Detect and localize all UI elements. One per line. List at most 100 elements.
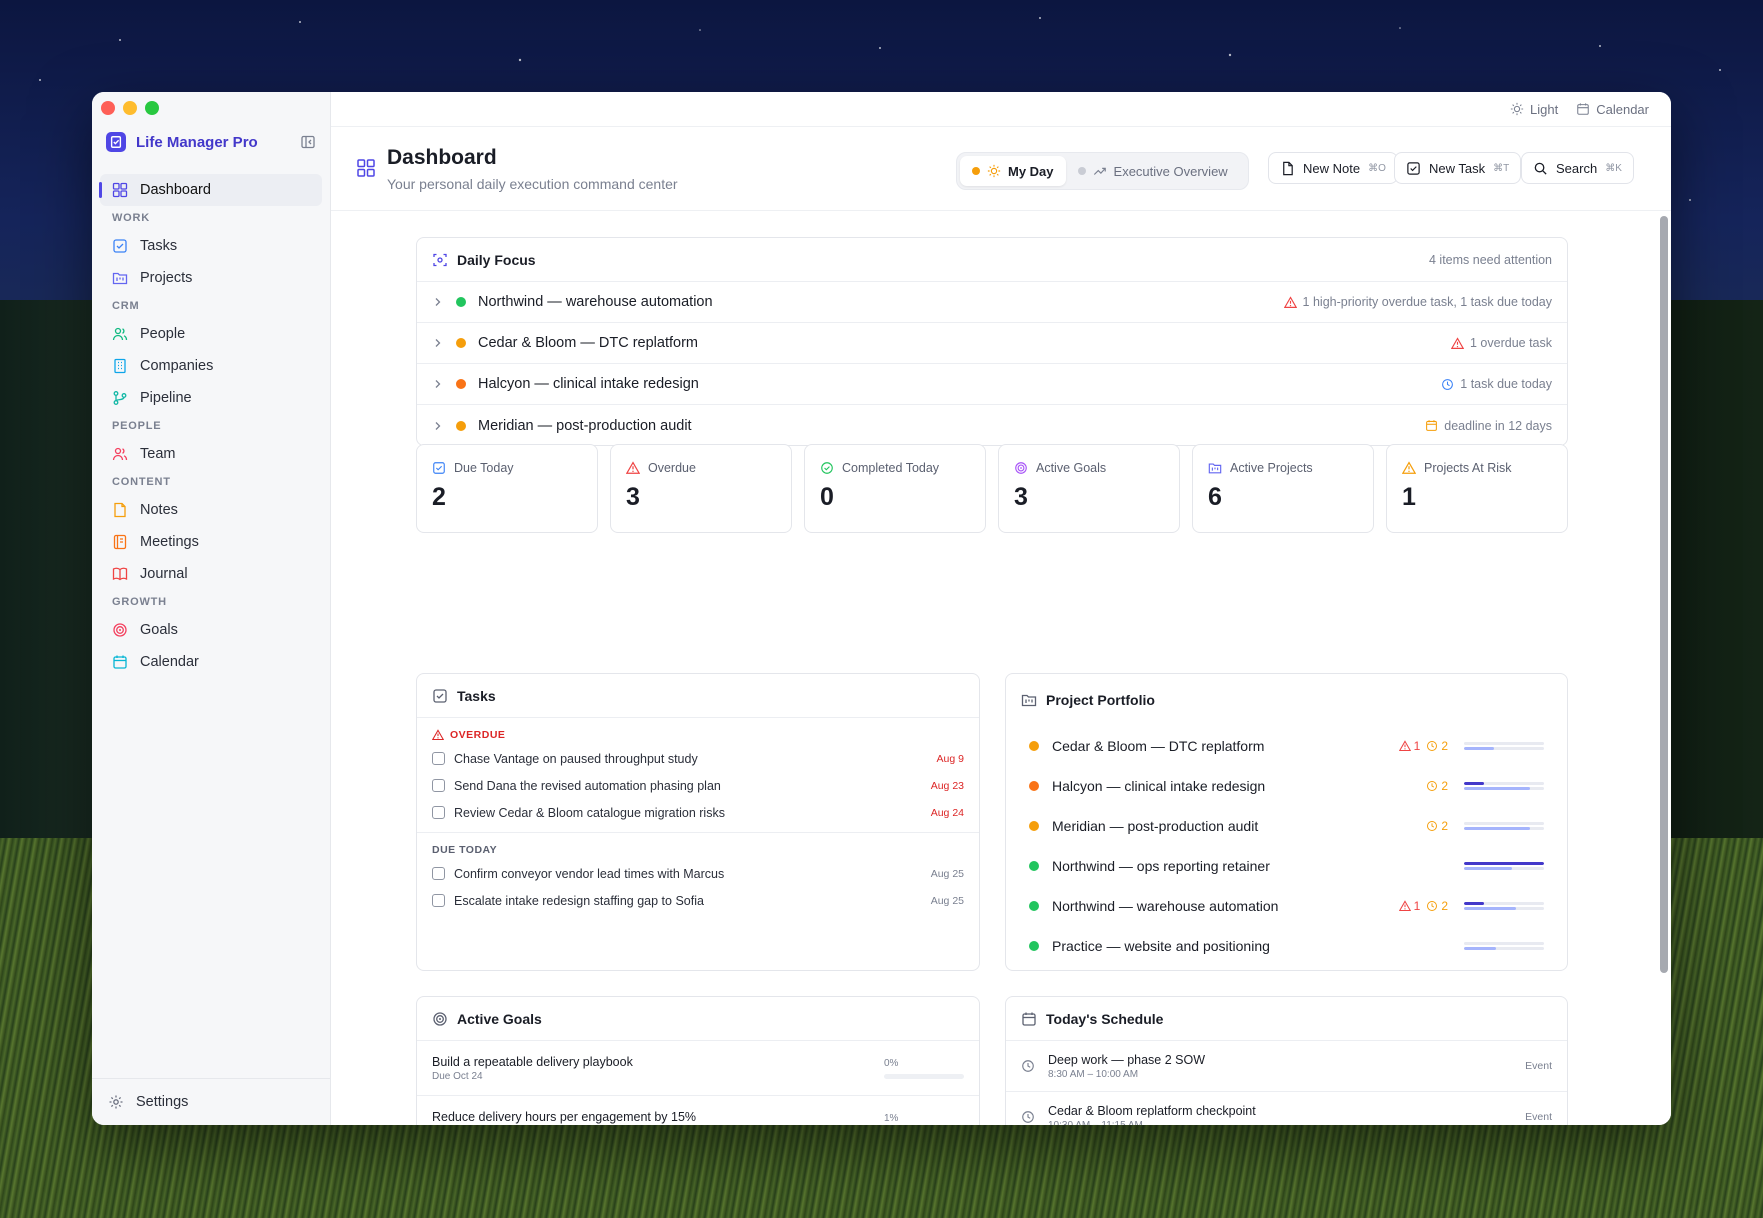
portfolio-row[interactable]: Northwind — warehouse automation 12: [1006, 886, 1567, 926]
minimize-window-button[interactable]: [123, 101, 137, 115]
calendar-icon: [1425, 419, 1438, 432]
sidebar-item-team[interactable]: Team: [100, 438, 322, 470]
sidebar-item-meetings[interactable]: Meetings: [100, 526, 322, 558]
sidebar-item-notes[interactable]: Notes: [100, 494, 322, 526]
stat-due-today[interactable]: Due Today 2: [416, 444, 598, 533]
new-note-button[interactable]: New Note ⌘O: [1268, 152, 1398, 184]
clock-icon: [1021, 1110, 1048, 1124]
task-row[interactable]: Escalate intake redesign staffing gap to…: [417, 887, 979, 914]
goals-header: Active Goals: [417, 997, 979, 1041]
focus-note: deadline in 12 days: [1425, 419, 1552, 433]
task-checkbox[interactable]: [432, 806, 445, 819]
sidebar-item-projects[interactable]: Projects: [100, 262, 322, 294]
portfolio-progress: [1464, 740, 1544, 752]
focus-note-text: 1 task due today: [1460, 377, 1552, 391]
stat-active-goals[interactable]: Active Goals 3: [998, 444, 1180, 533]
task-row[interactable]: Send Dana the revised automation phasing…: [417, 772, 979, 799]
sidebar-item-companies[interactable]: Companies: [100, 350, 322, 382]
focus-row[interactable]: Cedar & Bloom — DTC replatform 1 overdue…: [417, 323, 1567, 364]
schedule-card: Today's Schedule Deep work — phase 2 SOW…: [1005, 996, 1568, 1125]
portfolio-row[interactable]: Cedar & Bloom — DTC replatform 12: [1006, 726, 1567, 766]
sidebar-item-journal[interactable]: Journal: [100, 558, 322, 590]
tasks-card: Tasks OVERDUE Chase Vantage on paused th…: [416, 673, 980, 971]
search-shortcut: ⌘K: [1605, 162, 1622, 174]
stat-overdue[interactable]: Overdue 3: [610, 444, 792, 533]
task-row[interactable]: Review Cedar & Bloom catalogue migration…: [417, 799, 979, 826]
portfolio-row[interactable]: Halcyon — clinical intake redesign 2: [1006, 766, 1567, 806]
focus-project-name: Cedar & Bloom — DTC replatform: [478, 335, 698, 351]
chevron-right-icon[interactable]: [432, 420, 444, 432]
sidebar-item-label: Calendar: [140, 654, 199, 670]
sidebar-item-label: Meetings: [140, 534, 199, 550]
schedule-row[interactable]: Deep work — phase 2 SOW 8:30 AM – 10:00 A…: [1006, 1041, 1567, 1092]
close-window-button[interactable]: [101, 101, 115, 115]
sidebar-item-label: Goals: [140, 622, 178, 638]
grid-icon: [112, 182, 128, 198]
portfolio-row[interactable]: Practice — website and positioning: [1006, 926, 1567, 966]
focus-row[interactable]: Halcyon — clinical intake redesign 1 tas…: [417, 364, 1567, 405]
portfolio-row[interactable]: Meridian — post-production audit 2: [1006, 806, 1567, 846]
sidebar-item-calendar[interactable]: Calendar: [100, 646, 322, 678]
stat-active-projects[interactable]: Active Projects 6: [1192, 444, 1374, 533]
my-day-dot: [972, 167, 980, 175]
task-checkbox[interactable]: [432, 867, 445, 880]
schedule-row[interactable]: Cedar & Bloom replatform checkpoint 10:30…: [1006, 1092, 1567, 1125]
search-button[interactable]: Search ⌘K: [1521, 152, 1634, 184]
focus-project-name: Halcyon — clinical intake redesign: [478, 376, 699, 392]
chevron-right-icon[interactable]: [432, 378, 444, 390]
tab-my-day[interactable]: My Day: [960, 156, 1066, 186]
focus-note-text: 1 high-priority overdue task, 1 task due…: [1302, 295, 1552, 309]
task-row[interactable]: Confirm conveyor vendor lead times with …: [417, 860, 979, 887]
stat-label: Projects At Risk: [1424, 461, 1512, 475]
overdue-label: OVERDUE: [450, 729, 506, 741]
check-square-icon: [1407, 161, 1420, 175]
focus-row[interactable]: Northwind — warehouse automation 1 high-…: [417, 282, 1567, 323]
tab-executive-overview[interactable]: Executive Overview: [1066, 156, 1240, 186]
portfolio-row[interactable]: Northwind — ops reporting retainer: [1006, 846, 1567, 886]
stat-value: 2: [432, 483, 446, 511]
sidebar-item-goals[interactable]: Goals: [100, 614, 322, 646]
task-checkbox[interactable]: [432, 752, 445, 765]
sidebar-item-pipeline[interactable]: Pipeline: [100, 382, 322, 414]
task-checkbox[interactable]: [432, 894, 445, 907]
sidebar-collapse-icon[interactable]: [300, 134, 316, 150]
clock-icon: [1426, 820, 1438, 832]
sidebar-item-people[interactable]: People: [100, 318, 322, 350]
focus-row[interactable]: Meridian — post-production audit deadlin…: [417, 405, 1567, 445]
task-checkbox[interactable]: [432, 779, 445, 792]
sidebar-item-settings[interactable]: Settings: [92, 1078, 330, 1125]
sidebar-item-dashboard[interactable]: Dashboard: [99, 174, 322, 206]
task-row[interactable]: Chase Vantage on paused throughput study…: [417, 745, 979, 772]
folder-kanban-icon: [112, 270, 128, 286]
stat-label: Due Today: [454, 461, 514, 475]
task-date: Aug 9: [936, 752, 964, 765]
nav-section-crm: CRM: [112, 300, 140, 312]
due-count-value: 2: [1441, 739, 1448, 753]
stat-value: 6: [1208, 483, 1222, 511]
topbar-calendar[interactable]: Calendar: [1576, 102, 1649, 117]
page-header: Dashboard Your personal daily execution …: [331, 127, 1671, 211]
chevron-right-icon[interactable]: [432, 296, 444, 308]
window-controls: [101, 101, 159, 115]
status-dot: [1029, 861, 1039, 871]
sidebar-item-label: Journal: [140, 566, 188, 582]
maximize-window-button[interactable]: [145, 101, 159, 115]
page-subtitle: Your personal daily execution command ce…: [387, 176, 678, 192]
goal-row[interactable]: Reduce delivery hours per engagement by …: [417, 1096, 979, 1125]
sidebar-item-tasks[interactable]: Tasks: [100, 230, 322, 262]
task-date: Aug 23: [930, 779, 964, 792]
new-task-button[interactable]: New Task ⌘T: [1394, 152, 1522, 184]
stat-value: 3: [626, 483, 640, 511]
goal-progress: 0%: [884, 1058, 964, 1079]
progress-bar-primary: [1464, 902, 1544, 905]
stat-completed-today[interactable]: Completed Today 0: [804, 444, 986, 533]
chevron-right-icon[interactable]: [432, 337, 444, 349]
portfolio-progress: [1464, 900, 1544, 912]
stat-projects-at-risk[interactable]: Projects At Risk 1: [1386, 444, 1568, 533]
task-text: Review Cedar & Bloom catalogue migration…: [454, 805, 725, 820]
task-text: Chase Vantage on paused throughput study: [454, 751, 698, 766]
goal-row[interactable]: Build a repeatable delivery playbook Due …: [417, 1041, 979, 1096]
content-scrollbar[interactable]: [1660, 216, 1668, 973]
schedule-header: Today's Schedule: [1006, 997, 1567, 1041]
theme-toggle[interactable]: Light: [1510, 102, 1558, 117]
